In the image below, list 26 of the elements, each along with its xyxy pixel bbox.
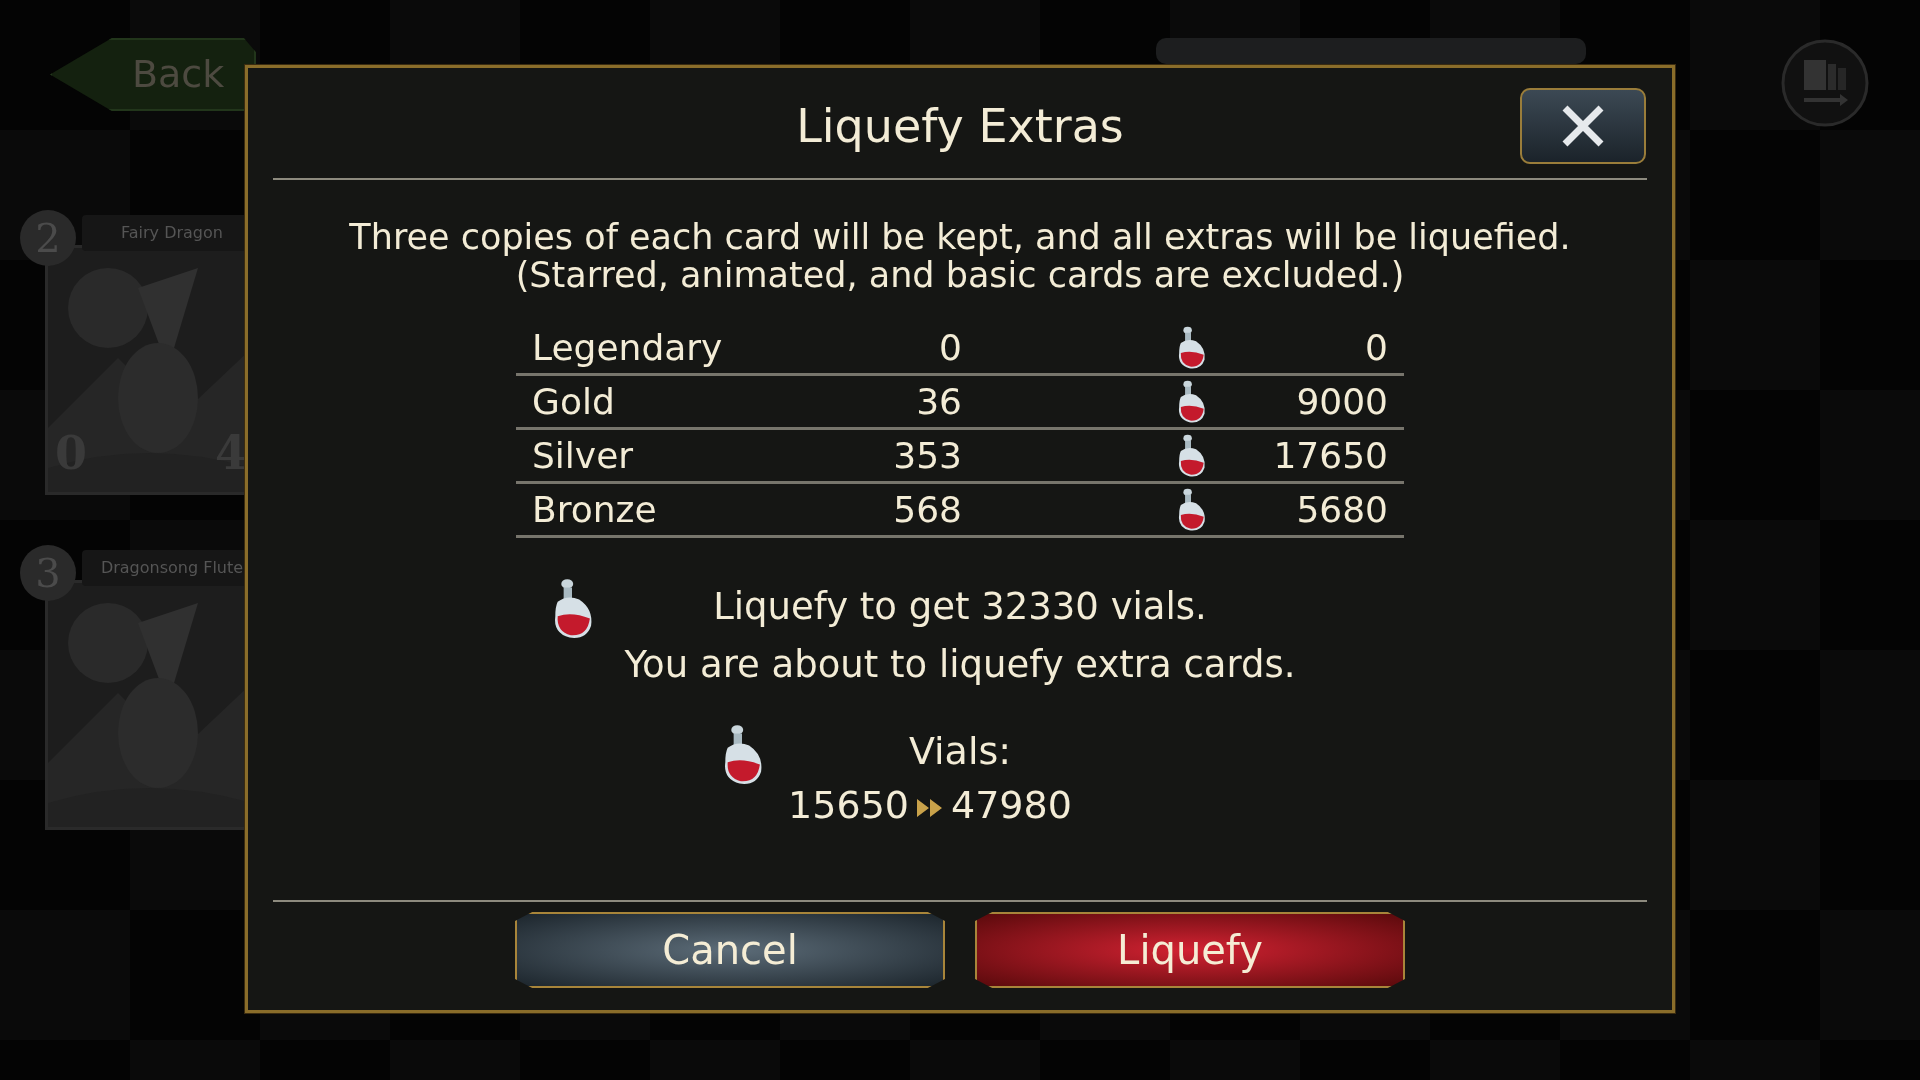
liquefy-button[interactable]: Liquefy xyxy=(975,912,1405,988)
rarity-label: Gold xyxy=(532,379,616,424)
deck-icon[interactable] xyxy=(1780,38,1870,128)
card-count: 353 xyxy=(892,433,962,478)
card-count: 36 xyxy=(915,379,962,424)
message-text: (Starred, animated, and basic cards are excluded.) xyxy=(515,256,1405,294)
confirm-text: You are about to liquefy extra cards. xyxy=(624,642,1296,688)
arrow-icon xyxy=(917,796,943,819)
vial-amount: 17650 xyxy=(1272,433,1388,478)
close-button[interactable] xyxy=(1520,88,1646,164)
search-field[interactable] xyxy=(1156,38,1587,64)
card-count: 0 xyxy=(938,325,962,370)
rarity-label: Legendary xyxy=(532,325,724,370)
vial-amount: 5680 xyxy=(1295,487,1388,532)
vial-amount: 9000 xyxy=(1295,379,1388,424)
cancel-button[interactable]: Cancel xyxy=(515,912,945,988)
vials-before: 15650 xyxy=(788,782,909,829)
rarity-label: Silver xyxy=(532,433,635,478)
rarity-label: Bronze xyxy=(532,487,658,532)
dialog-title: Liquefy Extras xyxy=(796,98,1124,155)
vials-label: Vials: xyxy=(908,728,1012,775)
card-count: 568 xyxy=(892,487,962,532)
message-text: Three copies of each card will be kept, and all extras will be liquefied. xyxy=(349,218,1571,256)
vials-after: 47980 xyxy=(951,782,1072,829)
vial-amount: 0 xyxy=(1364,325,1388,370)
summary-text: Liquefy to get 32330 vials. xyxy=(713,584,1207,630)
